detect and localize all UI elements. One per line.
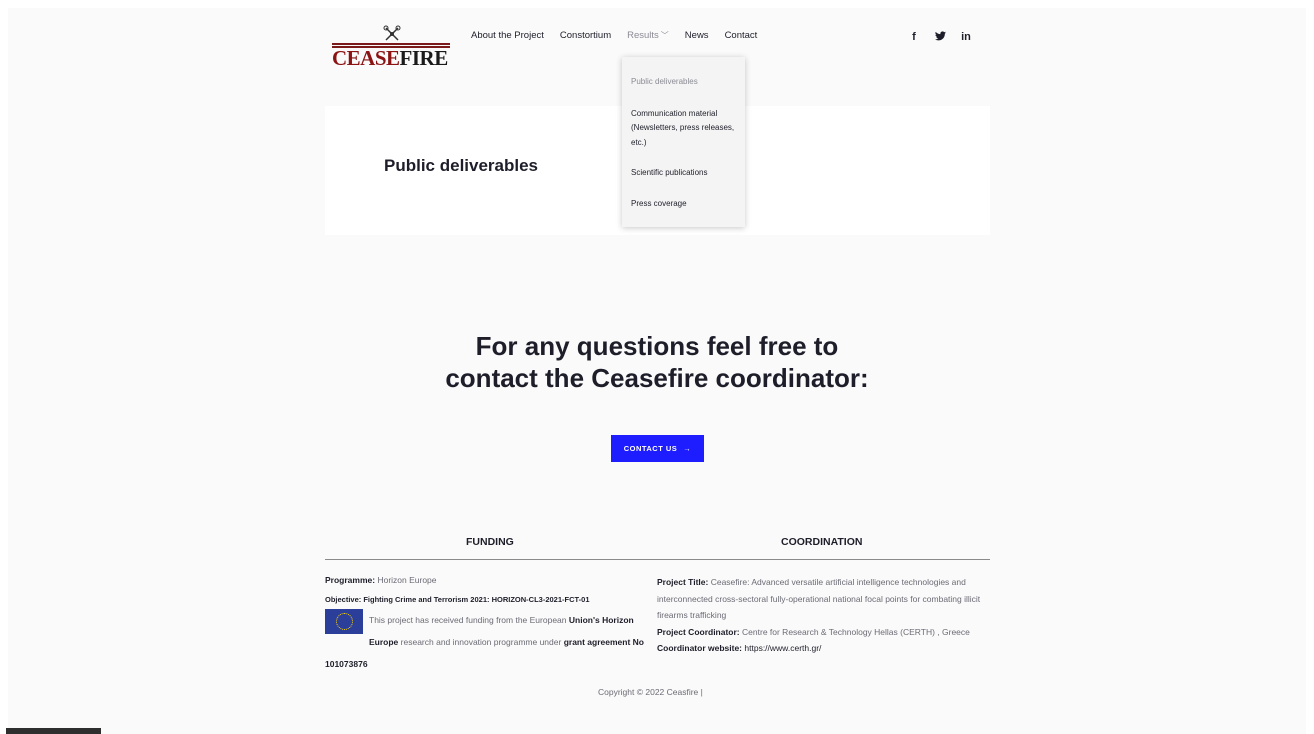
coordinator-label: Project Coordinator: [657,626,740,637]
footer-divider [325,559,990,560]
funding-column: Programme: Horizon Europe Objective: Fig… [325,574,645,675]
social-links: f in [908,31,972,44]
logo-line-top [332,43,450,45]
page-title: Public deliverables [384,156,539,175]
ceasefire-logo[interactable]: CEASEFIRE [330,24,454,70]
linkedin-icon[interactable]: in [960,31,972,44]
logo-wordmark: CEASEFIRE [332,46,448,70]
cta-heading: For any questions feel free to contact t… [445,331,869,393]
funding-statement: This project has received funding from t… [325,609,645,675]
programme-label: Programme: [325,575,376,585]
funding-heading: FUNDING [466,536,514,548]
twitter-icon[interactable] [934,31,946,44]
project-title-row: Project Title: Ceasefire: Advanced versa… [657,574,990,624]
objective-text: Objective: Fighting Crime and Terrorism … [325,595,590,604]
nav-contact[interactable]: Contact [725,30,758,41]
contact-us-button[interactable]: CONTACT US → [611,435,704,462]
eu-flag-icon [325,609,363,634]
browser-status-bar [6,728,101,734]
website-row: Coordinator website: https://www.certh.g… [657,640,990,657]
main-nav: About the Project Constortium Results ﹀ N… [471,30,773,41]
nav-consortium[interactable]: Constortium [560,30,611,41]
coordinator-website-link[interactable]: https://www.certh.gr/ [744,643,821,653]
nav-results-label: Results [627,30,659,41]
coordination-heading: COORDINATION [781,536,863,548]
dropdown-item-press-coverage[interactable]: Press coverage [631,197,736,212]
nav-news[interactable]: News [685,30,709,41]
contact-us-label: CONTACT US [623,444,678,453]
funding-text-1: This project has received funding from t… [369,615,567,625]
nav-results[interactable]: Results ﹀ [627,30,669,41]
website-label: Coordinator website: [657,643,743,653]
coordination-column: Project Title: Ceasefire: Advanced versa… [657,574,990,657]
dropdown-item-communication-material[interactable]: Communication material (Newsletters, pre… [631,107,736,151]
drone-icon [383,25,401,41]
chevron-down-icon: ﹀ [660,31,669,40]
project-title-label: Project Title: [657,577,709,587]
dropdown-item-scientific-publications[interactable]: Scientific publications [631,166,736,181]
funding-text-2: research and innovation programme under [400,637,562,647]
nav-about[interactable]: About the Project [471,30,544,41]
results-dropdown: Public deliverables Communication materi… [622,57,745,227]
facebook-icon[interactable]: f [908,31,920,44]
dropdown-item-public-deliverables[interactable]: Public deliverables [631,75,736,90]
arrow-right-icon: → [683,444,692,453]
coordinator-value: Centre for Research & Technology Hellas … [742,626,970,637]
copyright-text: Copyright © 2022 Ceasfire | [598,687,703,697]
programme-row: Programme: Horizon Europe [325,574,645,586]
coordinator-row: Project Coordinator: Centre for Research… [657,624,990,641]
programme-value: Horizon Europe [377,575,437,585]
